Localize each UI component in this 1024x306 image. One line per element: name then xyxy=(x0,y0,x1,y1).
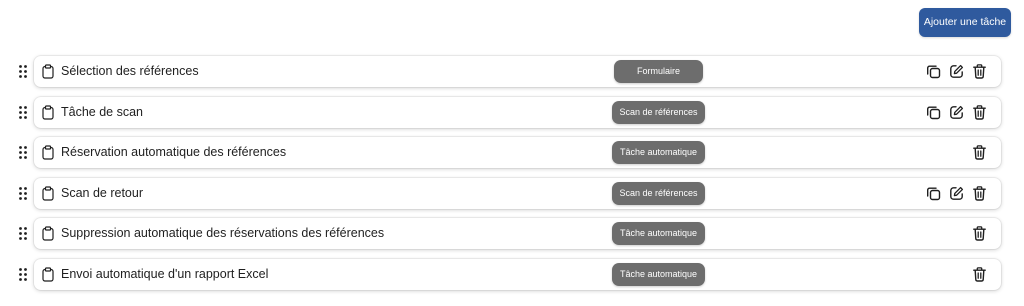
task-type-badge: Tâche automatique xyxy=(612,141,705,165)
task-type-badge: Tâche automatique xyxy=(612,262,705,286)
task-row: Scan de retour Scan de références xyxy=(0,177,1024,218)
copy-icon[interactable] xyxy=(925,104,941,120)
task-label: Envoi automatique d'un rapport Excel xyxy=(61,266,269,281)
trash-icon[interactable] xyxy=(971,104,987,120)
drag-handle-icon[interactable] xyxy=(19,105,27,119)
task-row: Suppression automatique des réservations… xyxy=(0,217,1024,258)
trash-icon[interactable] xyxy=(971,64,987,80)
task-actions xyxy=(925,178,987,209)
task-label: Suppression automatique des réservations… xyxy=(61,226,385,241)
trash-icon[interactable] xyxy=(971,145,987,161)
copy-icon[interactable] xyxy=(925,64,941,80)
trash-icon[interactable] xyxy=(971,266,987,282)
task-actions xyxy=(971,137,987,168)
task-card[interactable]: Sélection des références Formulaire xyxy=(34,56,1001,87)
task-type-badge: Tâche automatique xyxy=(612,222,705,246)
task-label: Scan de retour xyxy=(61,185,143,200)
clipboard-icon xyxy=(42,186,54,201)
task-row: Réservation automatique des références T… xyxy=(0,136,1024,177)
task-type-badge: Scan de références xyxy=(612,181,705,205)
edit-icon[interactable] xyxy=(948,185,964,201)
edit-icon[interactable] xyxy=(948,104,964,120)
task-card[interactable]: Suppression automatique des réservations… xyxy=(34,218,1001,250)
drag-handle-icon[interactable] xyxy=(19,146,27,160)
clipboard-icon xyxy=(42,267,54,282)
task-label: Sélection des références xyxy=(61,64,199,78)
task-label: Tâche de scan xyxy=(61,104,143,119)
clipboard-icon xyxy=(42,104,54,120)
drag-handle-icon[interactable] xyxy=(19,65,27,78)
edit-icon[interactable] xyxy=(948,64,964,80)
task-card[interactable]: Réservation automatique des références T… xyxy=(34,137,1001,169)
task-actions xyxy=(925,56,987,87)
task-card[interactable]: Scan de retour Scan de références xyxy=(34,177,1001,209)
drag-handle-icon[interactable] xyxy=(19,186,27,200)
drag-handle-icon[interactable] xyxy=(19,268,27,281)
task-type-badge: Formulaire xyxy=(614,60,703,83)
clipboard-icon xyxy=(42,145,54,160)
task-list-page: Ajouter une tâche Sélection des référenc… xyxy=(0,0,1024,306)
clipboard-icon xyxy=(42,226,54,241)
task-row: Envoi automatique d'un rapport Excel Tâc… xyxy=(0,258,1024,299)
task-actions xyxy=(971,218,987,249)
task-card[interactable]: Tâche de scan Scan de références xyxy=(34,96,1001,128)
task-type-badge: Scan de références xyxy=(612,100,705,124)
task-card[interactable]: Envoi automatique d'un rapport Excel Tâc… xyxy=(34,258,1001,290)
trash-icon[interactable] xyxy=(971,226,987,242)
task-row: Tâche de scan Scan de références xyxy=(0,96,1024,137)
task-actions xyxy=(925,97,987,128)
copy-icon[interactable] xyxy=(925,185,941,201)
task-actions xyxy=(971,259,987,290)
task-row: Sélection des références Formulaire xyxy=(0,55,1024,96)
add-task-button[interactable]: Ajouter une tâche xyxy=(919,8,1011,37)
task-list: Sélection des références Formulaire Tâch… xyxy=(0,55,1024,299)
task-label: Réservation automatique des références xyxy=(61,145,287,160)
drag-handle-icon[interactable] xyxy=(19,227,27,241)
clipboard-icon xyxy=(42,64,54,79)
trash-icon[interactable] xyxy=(971,185,987,201)
